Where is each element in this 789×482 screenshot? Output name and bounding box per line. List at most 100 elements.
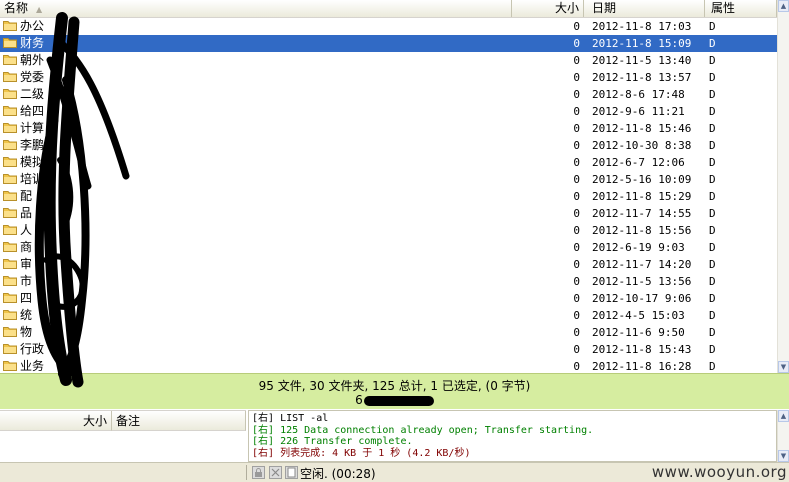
log-scrollbar[interactable]: ▲ ▼ (777, 410, 789, 462)
file-date-cell: 2012-11-7 14:20 (592, 258, 692, 271)
column-size-label: 大小 (554, 1, 579, 15)
log-line: [右] LIST -al (252, 413, 773, 425)
status-host: 6 (0, 393, 789, 407)
column-header-size[interactable]: 大小 (512, 0, 584, 17)
file-date-cell: 2012-11-5 13:56 (592, 275, 692, 288)
file-size-cell: 0 (573, 326, 580, 339)
file-size-cell: 0 (573, 343, 580, 356)
transfer-mode-icon (269, 466, 282, 479)
file-attr-cell: D (709, 105, 716, 118)
log-source-tag: [右] (252, 436, 275, 447)
file-date-cell: 2012-5-16 10:09 (592, 173, 692, 186)
lock-icon (252, 466, 265, 479)
bottom-status-bar: 空闲. (00:28) www.wooyun.org (0, 462, 789, 482)
log-message: LIST -al (274, 413, 329, 424)
ftp-log[interactable]: [右] LIST -al [右] 125 Data connection alre… (248, 410, 777, 462)
column-date-label: 日期 (592, 1, 617, 15)
queue-pane[interactable]: 大小 备注 (0, 410, 246, 463)
file-attr-cell: D (709, 207, 716, 220)
file-size-cell: 0 (573, 37, 580, 50)
file-attr-cell: D (709, 156, 716, 169)
file-size-cell: 0 (573, 241, 580, 254)
file-date-cell: 2012-11-8 15:46 (592, 122, 692, 135)
column-header-date[interactable]: 日期 (584, 0, 705, 17)
idle-status: 空闲. (00:28) (300, 467, 376, 481)
column-header-attr[interactable]: 属性 (705, 0, 777, 17)
file-date-cell: 2012-4-5 15:03 (592, 309, 685, 322)
file-attr-cell: D (709, 275, 716, 288)
file-size-cell: 0 (573, 71, 580, 84)
file-size-cell: 0 (573, 122, 580, 135)
document-icon (285, 466, 298, 479)
log-source-tag: [右] (252, 447, 275, 459)
file-size-cell: 0 (573, 292, 580, 305)
scroll-up-arrow-icon[interactable]: ▲ (778, 0, 789, 12)
file-attr-cell: D (709, 360, 716, 373)
log-line: [右] 125 Data connection already open; Tr… (252, 425, 773, 437)
file-date-cell: 2012-11-8 16:28 (592, 360, 692, 373)
file-date-cell: 2012-11-8 15:09 (592, 37, 692, 50)
file-attr-cell: D (709, 88, 716, 101)
file-attr-cell: D (709, 343, 716, 356)
log-message: 125 Data connection already open; Transf… (274, 424, 594, 436)
file-date-cell: 2012-11-7 14:55 (592, 207, 692, 220)
log-scroll-up-icon[interactable]: ▲ (778, 410, 789, 422)
file-size-cell: 0 (573, 275, 580, 288)
log-message: 列表完成: 4 KB 于 1 秒 (4.2 KB/秒) (274, 447, 471, 459)
log-message: 226 Transfer complete. (274, 436, 413, 447)
file-size-cell: 0 (573, 20, 580, 33)
log-line: [右] 226 Transfer complete. (252, 436, 773, 448)
redaction-scribble (363, 395, 434, 406)
file-size-cell: 0 (573, 54, 580, 67)
file-attr-cell: D (709, 20, 716, 33)
file-date-cell: 2012-11-8 17:03 (592, 20, 692, 33)
file-size-cell: 0 (573, 258, 580, 271)
file-date-cell: 2012-11-8 15:43 (592, 343, 692, 356)
file-date-cell: 2012-11-8 13:57 (592, 71, 692, 84)
file-date-cell: 2012-11-6 9:50 (592, 326, 685, 339)
file-attr-cell: D (709, 292, 716, 305)
file-size-cell: 0 (573, 309, 580, 322)
queue-note-label: 备注 (116, 414, 141, 428)
redaction-scribble-overlay (34, 12, 130, 388)
file-size-cell: 0 (573, 360, 580, 373)
file-size-cell: 0 (573, 173, 580, 186)
queue-column-note[interactable]: 备注 (112, 411, 246, 431)
status-divider (246, 465, 247, 480)
file-attr-cell: D (709, 309, 716, 322)
file-size-cell: 0 (573, 207, 580, 220)
file-date-cell: 2012-6-19 9:03 (592, 241, 685, 254)
file-attr-cell: D (709, 37, 716, 50)
file-date-cell: 2012-8-6 17:48 (592, 88, 685, 101)
file-size-cell: 0 (573, 139, 580, 152)
file-attr-cell: D (709, 173, 716, 186)
queue-column-size[interactable]: 大小 (0, 411, 112, 431)
file-size-cell: 0 (573, 224, 580, 237)
scroll-down-arrow-icon[interactable]: ▼ (778, 361, 789, 373)
file-date-cell: 2012-6-7 12:06 (592, 156, 685, 169)
file-size-cell: 0 (573, 190, 580, 203)
file-date-cell: 2012-10-30 8:38 (592, 139, 692, 152)
watermark-text: www.wooyun.org (651, 463, 787, 481)
file-size-cell: 0 (573, 105, 580, 118)
log-scroll-down-icon[interactable]: ▼ (778, 450, 789, 462)
queue-size-label: 大小 (82, 414, 107, 428)
file-list-scrollbar[interactable]: ▲ ▼ (777, 0, 789, 373)
file-attr-cell: D (709, 224, 716, 237)
file-attr-cell: D (709, 71, 716, 84)
file-attr-cell: D (709, 258, 716, 271)
status-host-text: 6 (355, 393, 363, 407)
file-attr-cell: D (709, 241, 716, 254)
file-date-cell: 2012-11-8 15:29 (592, 190, 692, 203)
file-attr-cell: D (709, 190, 716, 203)
file-date-cell: 2012-9-6 11:21 (592, 105, 685, 118)
column-attr-label: 属性 (711, 1, 736, 15)
file-size-cell: 0 (573, 156, 580, 169)
file-date-cell: 2012-10-17 9:06 (592, 292, 692, 305)
file-attr-cell: D (709, 54, 716, 67)
file-date-cell: 2012-11-8 15:56 (592, 224, 692, 237)
file-size-cell: 0 (573, 88, 580, 101)
log-source-tag: [右] (252, 413, 275, 424)
file-attr-cell: D (709, 122, 716, 135)
file-date-cell: 2012-11-5 13:40 (592, 54, 692, 67)
